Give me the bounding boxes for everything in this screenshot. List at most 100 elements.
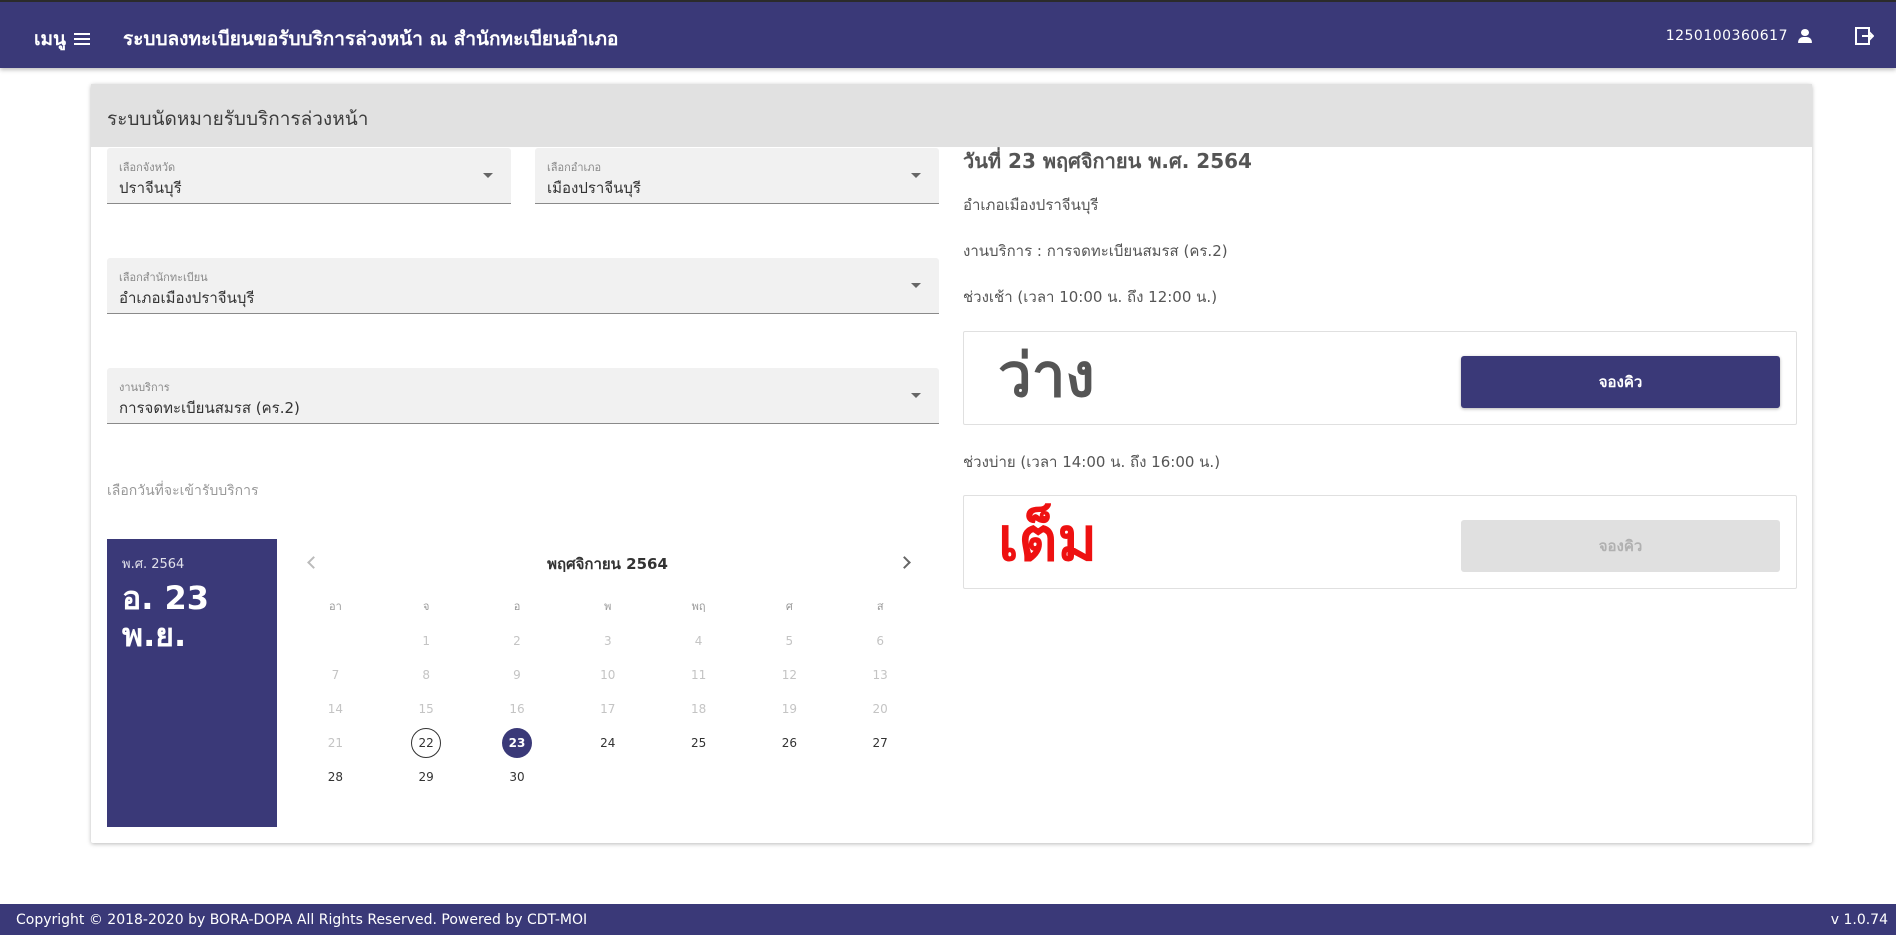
- calendar-day-number: 10: [600, 668, 616, 682]
- calendar-day: 14: [290, 692, 381, 726]
- calendar-empty-cell: [835, 760, 926, 794]
- calendar-week-row: 1 2 3 4 5 6: [290, 624, 926, 658]
- calendar-day[interactable]: 29: [381, 760, 472, 794]
- weekday-header-row: อา จ อ พ พฤ ศ ส: [290, 590, 926, 624]
- calendar-day: 2: [472, 624, 563, 658]
- calendar-day: 5: [744, 624, 835, 658]
- calendar-day-number: 22: [411, 728, 442, 758]
- picker-date-line1: อ. 23: [122, 579, 210, 617]
- calendar-day: 6: [835, 624, 926, 658]
- afternoon-book-button: จองคิว: [1461, 520, 1780, 572]
- selected-date-title: วันที่ 23 พฤศจิกายน พ.ศ. 2564: [963, 149, 1252, 173]
- dropdown-caret-icon: [911, 393, 921, 398]
- calendar-day: 7: [290, 658, 381, 692]
- weekday-label: พฤ: [691, 600, 706, 613]
- calendar-day[interactable]: 24: [562, 726, 653, 760]
- picker-date-line2: พ.ย.: [122, 616, 187, 654]
- calendar-day-number: 29: [418, 770, 434, 784]
- calendar-day-number: 24: [600, 736, 616, 750]
- calendar-day[interactable]: 27: [835, 726, 926, 760]
- copyright-text: Copyright © 2018-2020 by BORA-DOPA All R…: [16, 912, 588, 928]
- office-select[interactable]: เลือกสำนักทะเบียน อำเภอเมืองปราจีนบุรี: [107, 258, 939, 314]
- calendar-day-number: 18: [690, 702, 707, 716]
- calendar-day-number: 19: [781, 702, 798, 716]
- office-label: เลือกสำนักทะเบียน: [119, 271, 208, 284]
- detail-service: งานบริการ : การจดทะเบียนสมรส (คร.2): [963, 242, 1228, 260]
- calendar-day: 12: [744, 658, 835, 692]
- calendar-day-number: 21: [327, 736, 344, 750]
- calendar-day-number: 28: [327, 770, 344, 784]
- picker-year[interactable]: พ.ศ. 2564: [122, 553, 262, 574]
- service-value: การจดทะเบียนสมรส (คร.2): [119, 399, 300, 417]
- calendar-day[interactable]: 23: [472, 726, 563, 760]
- district-value: เมืองปราจีนบุรี: [547, 179, 641, 197]
- province-select[interactable]: เลือกจังหวัด ปราจีนบุรี: [107, 148, 511, 204]
- calendar-grid: อาจอพพฤศส 1 2 3 4 5 6 7 8 9 10 11 12 13 14 15 16 17 18 19 20…: [290, 590, 926, 794]
- calendar-day[interactable]: 28: [290, 760, 381, 794]
- date-picker-header: พ.ศ. 2564 อ. 23 พ.ย.: [107, 539, 277, 827]
- service-label: งานบริการ: [119, 381, 170, 394]
- top-app-bar: เมนู ระบบลงทะเบียนขอรับบริการล่วงหน้า ณ …: [0, 0, 1896, 68]
- hamburger-icon: [74, 33, 91, 45]
- calendar-day: 18: [653, 692, 744, 726]
- district-select[interactable]: เลือกอำเภอ เมืองปราจีนบุรี: [535, 148, 939, 204]
- calendar-day[interactable]: 26: [744, 726, 835, 760]
- detail-office: อำเภอเมืองปราจีนบุรี: [963, 196, 1099, 214]
- afternoon-status: เต็ม: [998, 505, 1098, 575]
- calendar-day-number: 27: [872, 736, 888, 750]
- province-label: เลือกจังหวัด: [119, 161, 176, 174]
- calendar-day-number: 23: [501, 728, 532, 758]
- calendar-week-row: 28 29 30: [290, 760, 926, 794]
- menu-button[interactable]: เมนู: [34, 24, 91, 54]
- calendar-month-title[interactable]: พฤศจิกายน 2564: [470, 552, 745, 576]
- weekday-label: อา: [329, 600, 342, 613]
- weekday-label: ส: [876, 600, 884, 613]
- version-text: v 1.0.74: [1830, 912, 1888, 928]
- next-month-chevron-icon[interactable]: [896, 552, 916, 572]
- logout-icon[interactable]: [1854, 26, 1874, 46]
- calendar-day: 11: [653, 658, 744, 692]
- morning-slot-card: ว่าง จองคิว: [963, 331, 1797, 425]
- calendar-day[interactable]: 30: [472, 760, 563, 794]
- calendar-empty-cell: [290, 624, 381, 658]
- calendar-day-number: 30: [509, 770, 525, 784]
- calendar-day: 16: [472, 692, 563, 726]
- calendar-day-number: 3: [603, 634, 612, 648]
- calendar-day-number: 25: [690, 736, 707, 750]
- person-icon: [1798, 29, 1812, 43]
- weekday-label: ศ: [785, 600, 793, 613]
- service-select[interactable]: งานบริการ การจดทะเบียนสมรส (คร.2): [107, 368, 939, 424]
- calendar-day-number: 7: [331, 668, 340, 682]
- calendar-day: 4: [653, 624, 744, 658]
- calendar-week-row: 21 22 23 24 25 26 27: [290, 726, 926, 760]
- menu-label: เมนู: [34, 28, 67, 50]
- calendar-day: 13: [835, 658, 926, 692]
- user-account[interactable]: 1250100360617: [1666, 28, 1812, 44]
- calendar-day-number: 1: [422, 634, 430, 648]
- calendar-day: 1: [381, 624, 472, 658]
- calendar-day-number: 4: [694, 634, 703, 648]
- calendar-day: 19: [744, 692, 835, 726]
- calendar-day-number: 2: [513, 634, 521, 648]
- calendar-day: 9: [472, 658, 563, 692]
- calendar-day: 21: [290, 726, 381, 760]
- calendar-day-number: 16: [509, 702, 525, 716]
- afternoon-slot-label: ช่วงบ่าย (เวลา 14:00 น. ถึง 16:00 น.): [963, 453, 1221, 471]
- calendar-day-number: 11: [690, 668, 707, 682]
- picker-selected-date: อ. 23 พ.ย.: [122, 580, 262, 654]
- calendar-day[interactable]: 25: [653, 726, 744, 760]
- morning-book-button[interactable]: จองคิว: [1461, 356, 1780, 408]
- calendar-empty-cell: [653, 760, 744, 794]
- dropdown-caret-icon: [483, 173, 493, 178]
- prev-month-chevron-icon[interactable]: [301, 552, 321, 572]
- calendar-day-number: 12: [781, 668, 798, 682]
- dropdown-caret-icon: [911, 283, 921, 288]
- calendar-day[interactable]: 22: [381, 726, 472, 760]
- calendar-week-row: 14 15 16 17 18 19 20: [290, 692, 926, 726]
- calendar-empty-cell: [744, 760, 835, 794]
- morning-status: ว่าง: [998, 341, 1095, 411]
- calendar-day-number: 26: [781, 736, 798, 750]
- weekday-label: จ: [422, 600, 430, 613]
- calendar-day: 3: [562, 624, 653, 658]
- calendar-day-number: 13: [872, 668, 888, 682]
